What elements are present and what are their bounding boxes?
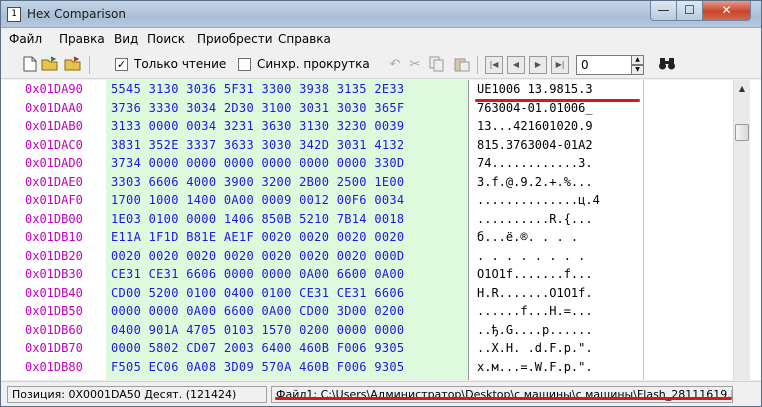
row-hex-bytes[interactable]: 0020 0020 0020 0020 0020 0020 0020 000D xyxy=(111,249,404,263)
row-hex-bytes[interactable]: F505 EC06 0A08 3D09 570A 460B F006 9305 xyxy=(111,360,404,374)
row-address: 0x01DB00 xyxy=(25,211,83,226)
row-hex-bytes[interactable]: 3133 0000 0034 3231 3630 3130 3230 0039 xyxy=(111,119,404,133)
row-address: 0x01DB60 xyxy=(25,322,83,337)
toolbar-separator xyxy=(89,56,90,74)
row-ascii-text[interactable]: б...ё.®. . . . xyxy=(477,230,585,244)
row-hex-bytes[interactable]: 0000 5802 CD07 2003 6400 460B F006 9305 xyxy=(111,341,404,355)
row-address: 0x01DAA0 xyxy=(25,100,83,115)
row-hex-bytes[interactable]: 0400 901A 4705 0103 1570 0200 0000 0000 xyxy=(111,323,404,337)
row-address: 0x01DB80 xyxy=(25,359,83,374)
open-recent-icon[interactable] xyxy=(64,56,82,74)
row-ascii-text[interactable]: ..ђ.G....p...... xyxy=(477,323,593,337)
row-ascii-text[interactable]: 763004-01.01006_ xyxy=(477,101,593,115)
sync-scroll-label: Синхр. прокрутка xyxy=(257,57,370,71)
copy-icon[interactable] xyxy=(428,56,446,74)
paste-icon[interactable] xyxy=(453,56,471,74)
row-address: 0x01DB40 xyxy=(25,285,83,300)
menu-help[interactable]: Справка xyxy=(278,32,331,46)
menu-file[interactable]: Файл xyxy=(9,32,42,46)
row-ascii-text[interactable]: 74............3. xyxy=(477,156,593,170)
row-address: 0x01DB10 xyxy=(25,230,83,244)
menu-view[interactable]: Вид xyxy=(114,32,138,46)
title-bar[interactable]: 1 Hex Comparison — ☐ ✕ xyxy=(1,1,761,28)
scroll-thumb[interactable] xyxy=(735,124,749,141)
row-ascii-text[interactable]: ......f...Н.=... xyxy=(477,304,593,318)
row-ascii-text[interactable]: . . . . . . . . xyxy=(477,249,585,263)
menu-edit[interactable]: Правка xyxy=(59,32,105,46)
row-address: 0x01DA90 xyxy=(25,82,83,96)
last-diff-icon[interactable]: ▶| xyxy=(551,56,569,74)
row-address: 0x01DB20 xyxy=(25,248,83,263)
row-hex-bytes[interactable]: E11A 1F1D B81E AE1F 0020 0020 0020 0020 xyxy=(111,230,404,244)
row-hex-bytes[interactable]: 3831 352E 3337 3633 3030 342D 3031 4132 xyxy=(111,138,404,152)
row-ascii-text[interactable]: 3.f.@.9.2.+.%... xyxy=(477,175,593,189)
menu-bar: Файл Правка Вид Поиск Приобрести Справка xyxy=(1,29,761,49)
first-diff-icon[interactable]: |◀ xyxy=(485,56,503,74)
prev-diff-icon[interactable]: ◀ xyxy=(507,56,525,74)
row-address: 0x01DB70 xyxy=(25,341,83,355)
row-ascii-text[interactable]: х.м...=.W.F.р.". xyxy=(477,360,593,374)
row-address: 0x01DB50 xyxy=(25,304,83,318)
row-address: 0x01DAC0 xyxy=(25,137,83,152)
scroll-up-icon[interactable]: ▲ xyxy=(734,80,750,97)
row-hex-bytes[interactable]: 3303 6606 4000 3900 3200 2B00 2500 1E00 xyxy=(111,175,404,189)
row-ascii-text[interactable]: 815.3763004-01A2 xyxy=(477,138,593,152)
readonly-label: Только чтение xyxy=(134,57,227,71)
binoculars-icon[interactable] xyxy=(658,56,676,76)
row-address: 0x01DAD0 xyxy=(25,156,83,170)
row-address: 0x01DAB0 xyxy=(25,119,83,133)
status-position: Позиция: 0X0001DA50 Десят. (121424) xyxy=(7,386,267,403)
hex-comparison-window: 1 Hex Comparison — ☐ ✕ Файл Правка Вид П… xyxy=(0,0,762,407)
status-bar: Позиция: 0X0001DA50 Десят. (121424) Файл… xyxy=(1,381,761,406)
row-address: 0x01DAF0 xyxy=(25,193,83,207)
menu-search[interactable]: Поиск xyxy=(147,32,185,46)
row-hex-bytes[interactable]: 5545 3130 3036 5F31 3300 3938 3135 2E33 xyxy=(111,82,404,96)
red-underline-annotation xyxy=(275,397,732,400)
next-diff-icon[interactable]: ▶ xyxy=(529,56,547,74)
menu-buy[interactable]: Приобрести xyxy=(197,32,273,46)
sync-scroll-checkbox[interactable] xyxy=(238,58,251,71)
spin-down-icon[interactable]: ▼ xyxy=(631,65,644,75)
new-file-icon[interactable] xyxy=(21,56,39,74)
row-hex-bytes[interactable]: 3734 0000 0000 0000 0000 0000 0000 330D xyxy=(111,156,404,170)
row-ascii-text[interactable]: ..............ц.4 xyxy=(477,193,600,207)
vertical-scrollbar[interactable]: ▲ xyxy=(733,80,750,380)
row-hex-bytes[interactable]: CD00 5200 0100 0400 0100 CE31 CE31 6606 xyxy=(111,286,404,300)
maximize-button[interactable]: ☐ xyxy=(677,1,703,21)
row-ascii-text[interactable]: Н.R.......О1О1f. xyxy=(477,286,593,300)
window-title: Hex Comparison xyxy=(27,7,126,21)
toolbar-separator xyxy=(477,56,478,74)
hex-editor[interactable]: 0x01DA90 5545 3130 3036 5F31 3300 3938 31… xyxy=(1,80,761,380)
row-ascii-text[interactable]: О1О1f.......f... xyxy=(477,267,593,281)
row-hex-bytes[interactable]: 1E03 0100 0000 1406 850B 5210 7B14 0018 xyxy=(111,212,404,226)
row-ascii-text[interactable]: ..X.Н. .d.F.р.". xyxy=(477,341,593,355)
spin-up-icon[interactable]: ▲ xyxy=(631,55,644,65)
row-hex-bytes[interactable]: 1700 1000 1400 0A00 0009 0012 00F6 0034 xyxy=(111,193,404,207)
cut-icon[interactable]: ✂ xyxy=(406,56,424,74)
row-hex-bytes[interactable]: 0000 0000 0A00 6600 0A00 CD00 3D00 0200 xyxy=(111,304,404,318)
row-address: 0x01DAE0 xyxy=(25,174,83,189)
row-address: 0x01DB30 xyxy=(25,267,83,281)
row-hex-bytes[interactable]: 3736 3330 3034 2D30 3100 3031 3030 365F xyxy=(111,101,404,115)
readonly-checkbox[interactable]: ✓ xyxy=(115,58,128,71)
row-ascii-text[interactable]: UE1006 13.9815.3 xyxy=(477,82,593,96)
row-ascii-text[interactable]: ..........R.{... xyxy=(477,212,593,226)
undo-icon[interactable]: ↶ xyxy=(386,56,404,74)
red-underline-annotation xyxy=(475,99,640,102)
offset-input[interactable] xyxy=(576,55,632,75)
close-button[interactable]: ✕ xyxy=(703,1,751,21)
status-file-path: Файл1: C:\Users\Администратор\Desktop\с … xyxy=(271,386,733,403)
open-folder-icon[interactable] xyxy=(41,56,59,74)
toolbar: ✓ Только чтение Синхр. прокрутка ↶ ✂ |◀ … xyxy=(1,51,761,79)
minimize-button[interactable]: — xyxy=(650,1,677,21)
row-ascii-text[interactable]: 13...421601020.9 xyxy=(477,119,593,133)
row-hex-bytes[interactable]: CE31 CE31 6606 0000 0000 0A00 6600 0A00 xyxy=(111,267,404,281)
app-icon: 1 xyxy=(7,7,21,22)
